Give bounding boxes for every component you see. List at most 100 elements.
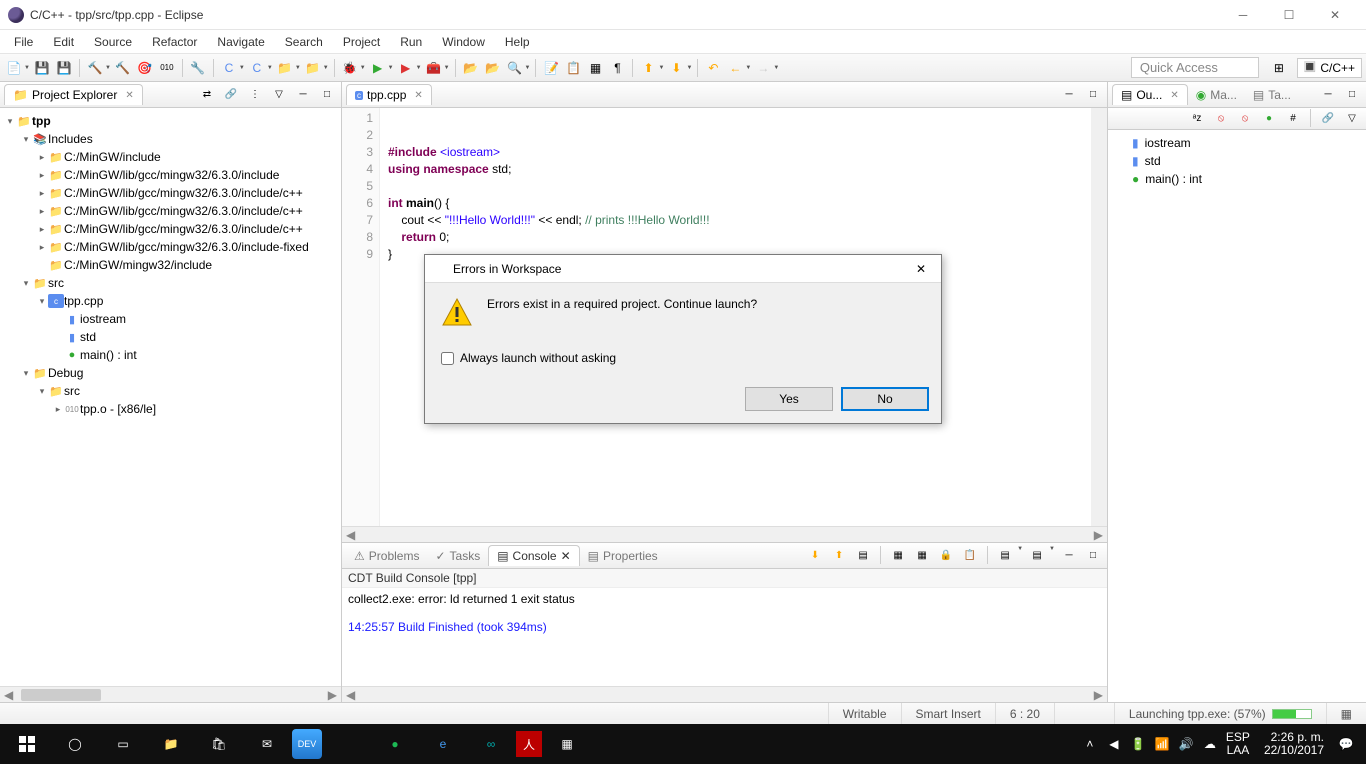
make-tab[interactable]: ◉Ma... (1188, 85, 1245, 105)
wand-icon[interactable]: 📝 (541, 58, 561, 78)
forward-icon[interactable]: → (753, 58, 773, 78)
focus-icon[interactable]: ⋮ (245, 85, 265, 105)
editor-horizontal-scrollbar[interactable]: ◀▶ (342, 526, 1107, 542)
devcpp-icon[interactable]: DEV (292, 729, 322, 759)
annotation-prev-icon[interactable]: ⬆ (638, 58, 658, 78)
task-view-icon[interactable]: ▭ (100, 724, 146, 764)
dropdown-icon[interactable]: ▼ (105, 65, 111, 71)
tree-file[interactable]: ▾ctpp.cpp (0, 292, 341, 310)
menu-project[interactable]: Project (333, 32, 390, 52)
tab-console[interactable]: ▤Console✕ (488, 545, 579, 566)
eclipse-task-icon-2[interactable] (592, 724, 638, 764)
tree-debug[interactable]: ▾📁Debug (0, 364, 341, 382)
maximize-view-icon[interactable]: □ (317, 85, 337, 105)
dropdown-icon[interactable]: ▼ (295, 65, 301, 71)
close-icon[interactable]: ✕ (414, 90, 422, 101)
collapse-all-icon[interactable]: ⇄ (197, 85, 217, 105)
tray-onedrive-icon[interactable]: ☁ (1202, 736, 1218, 752)
status-progress-icon[interactable]: ▦ (1326, 703, 1366, 724)
store-icon[interactable]: 🛍 (196, 724, 242, 764)
tree-include-path[interactable]: ▸📁C:/MinGW/lib/gcc/mingw32/6.3.0/include… (0, 238, 341, 256)
hide-static-icon[interactable]: ⦸ (1235, 109, 1255, 129)
menu-window[interactable]: Window (432, 32, 495, 52)
tree-symbol[interactable]: ▮std (0, 328, 341, 346)
save-all-icon[interactable]: 💾 (54, 58, 74, 78)
acrobat-icon[interactable]: 人 (516, 731, 542, 757)
dropdown-icon[interactable]: ▼ (686, 65, 692, 71)
sort-icon[interactable]: ᵃz (1187, 109, 1207, 129)
menu-refactor[interactable]: Refactor (142, 32, 207, 52)
eclipse-task-icon[interactable] (324, 724, 370, 764)
quick-access-input[interactable]: Quick Access (1131, 57, 1259, 78)
minimize-button[interactable]: ─ (1220, 0, 1266, 30)
outline-item[interactable]: ▮std (1114, 152, 1360, 170)
console-icon[interactable]: ▦ (888, 546, 908, 566)
project-explorer-tab[interactable]: 📁 Project Explorer ✕ (4, 84, 143, 105)
tab-tasks[interactable]: ✓Tasks (427, 546, 488, 566)
open-element-icon[interactable]: 📂 (483, 58, 503, 78)
new-icon[interactable]: 📄 (4, 58, 24, 78)
tray-language[interactable]: ESPLAA (1226, 731, 1250, 757)
menu-file[interactable]: File (4, 32, 43, 52)
cortana-icon[interactable]: ◯ (52, 724, 98, 764)
new-folder-icon[interactable]: 📁 (303, 58, 323, 78)
build-icon[interactable]: 🔨 (85, 58, 105, 78)
dropdown-icon[interactable]: ▼ (239, 65, 245, 71)
filter-icon[interactable]: # (1283, 109, 1303, 129)
tray-notifications-icon[interactable]: 💬 (1338, 736, 1354, 752)
explorer-icon[interactable]: 📁 (148, 724, 194, 764)
spotify-icon[interactable]: ● (372, 724, 418, 764)
toggle-mark-icon[interactable]: 📋 (563, 58, 583, 78)
tree-debug-src[interactable]: ▾📁src (0, 382, 341, 400)
view-menu-icon[interactable]: ▽ (269, 85, 289, 105)
perspective-cpp[interactable]: 🔳 C/C++ (1297, 58, 1362, 78)
console-horizontal-scrollbar[interactable]: ◀▶ (342, 686, 1107, 702)
tasklist-tab[interactable]: ▤Ta... (1245, 85, 1299, 105)
annotation-next-icon[interactable]: ⬇ (666, 58, 686, 78)
dropdown-icon[interactable]: ▼ (444, 65, 450, 71)
dropdown-icon[interactable]: ▼ (24, 65, 30, 71)
vertical-scrollbar[interactable] (1091, 108, 1107, 526)
dropdown-icon[interactable]: ▼ (1049, 546, 1055, 566)
wrench-icon[interactable]: 🔧 (188, 58, 208, 78)
dropdown-icon[interactable]: ▼ (773, 65, 779, 71)
ext-tools-icon[interactable]: 🧰 (424, 58, 444, 78)
horizontal-scrollbar[interactable]: ◀▶ (0, 686, 341, 702)
outline-item[interactable]: ●main() : int (1114, 170, 1360, 188)
tray-wifi-icon[interactable]: 📶 (1154, 736, 1170, 752)
minimize-view-icon[interactable]: ─ (1059, 546, 1079, 566)
outline-item[interactable]: ▮iostream (1114, 134, 1360, 152)
last-edit-icon[interactable]: ↶ (703, 58, 723, 78)
new-console-icon[interactable]: ▤ (1027, 546, 1047, 566)
new-file-icon[interactable]: 📁 (275, 58, 295, 78)
search-icon[interactable]: 🔍 (505, 58, 525, 78)
new-class-icon[interactable]: C (247, 58, 267, 78)
tree-include-path[interactable]: 📁C:/MinGW/mingw32/include (0, 256, 341, 274)
menu-search[interactable]: Search (275, 32, 333, 52)
hide-nonpublic-icon[interactable]: ● (1259, 109, 1279, 129)
debug-icon[interactable]: 🐞 (340, 58, 360, 78)
app-icon[interactable]: ▦ (544, 724, 590, 764)
start-button[interactable] (4, 724, 50, 764)
save-icon[interactable]: 💾 (32, 58, 52, 78)
menu-help[interactable]: Help (495, 32, 540, 52)
dropdown-icon[interactable]: ▼ (525, 65, 531, 71)
yes-button[interactable]: Yes (745, 387, 833, 411)
link-editor-icon[interactable]: 🔗 (221, 85, 241, 105)
minimize-view-icon[interactable]: ─ (293, 85, 313, 105)
display-icon[interactable]: ▤ (853, 546, 873, 566)
hide-fields-icon[interactable]: ⦸ (1211, 109, 1231, 129)
maximize-view-icon[interactable]: □ (1083, 85, 1103, 105)
menu-edit[interactable]: Edit (43, 32, 84, 52)
maximize-view-icon[interactable]: □ (1083, 546, 1103, 566)
outline-tab[interactable]: ▤Ou...✕ (1112, 84, 1188, 105)
new-cpp-icon[interactable]: C (219, 58, 239, 78)
tree-include-path[interactable]: ▸📁C:/MinGW/include (0, 148, 341, 166)
tray-clock[interactable]: 2:26 p. m.22/10/2017 (1258, 731, 1330, 757)
minimize-view-icon[interactable]: ─ (1059, 85, 1079, 105)
dropdown-icon[interactable]: ▼ (323, 65, 329, 71)
close-icon[interactable]: ✕ (1170, 90, 1178, 101)
dropdown-icon[interactable]: ▼ (1017, 546, 1023, 566)
maximize-view-icon[interactable]: □ (1342, 85, 1362, 105)
show-whitespace-icon[interactable]: ¶ (607, 58, 627, 78)
